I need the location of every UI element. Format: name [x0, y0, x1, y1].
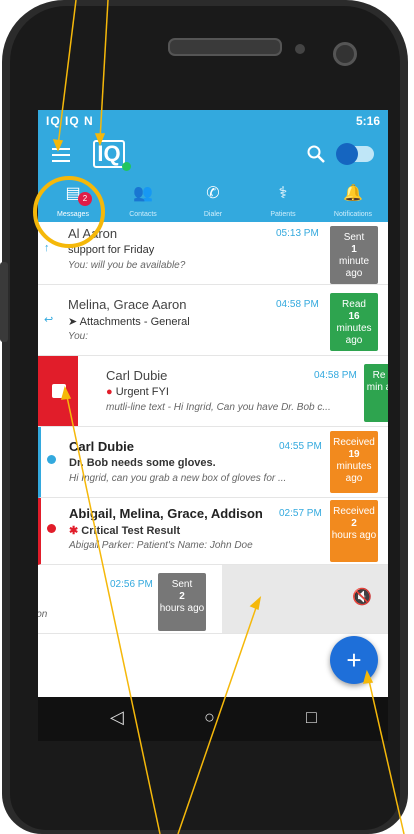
- message-time: 05:13 PM: [276, 228, 319, 239]
- tab-label: Contacts: [129, 211, 157, 218]
- speaker-grille: [168, 38, 282, 56]
- status-bar: IQ IQ N 5:16: [38, 110, 388, 132]
- tab-patients[interactable]: ⚕ Patients: [248, 178, 318, 222]
- contacts-icon: 👥: [133, 185, 153, 202]
- sent-arrow-icon: ↑: [44, 242, 50, 254]
- status-icons: IQ IQ N: [46, 114, 94, 128]
- highlight-circle: [33, 176, 105, 248]
- status-badge: Received 19 minutes ago: [330, 431, 378, 493]
- message-time: 02:57 PM: [279, 508, 322, 519]
- back-icon[interactable]: ◁: [110, 707, 124, 728]
- message-preview: Abigail Parker: Patient's Name: John Doe: [69, 540, 253, 551]
- message-time: 04:55 PM: [279, 441, 322, 452]
- menu-icon[interactable]: [52, 148, 70, 162]
- message-preview: Hi Ingrid, can you grab a new box of glo…: [69, 473, 287, 484]
- compose-button[interactable]: +: [330, 636, 378, 684]
- side-button: [0, 262, 8, 342]
- status-badge: Received 2 hours ago: [330, 500, 378, 562]
- status-badge: Read 16 minutes ago: [330, 293, 378, 351]
- tab-contacts[interactable]: 👥 Contacts: [108, 178, 178, 222]
- message-subject: Dr. Bob needs some gloves.: [69, 457, 216, 469]
- message-time: 04:58 PM: [314, 370, 357, 381]
- sender-name: Carl Dubie: [106, 368, 168, 383]
- status-badge: Sent 1 minute ago: [330, 226, 378, 284]
- message-preview: You:: [68, 331, 89, 342]
- camera-icon: [333, 42, 357, 66]
- tab-label: Notifications: [333, 211, 373, 218]
- chat-icon: [336, 143, 358, 165]
- tab-label: Dialer: [203, 211, 223, 218]
- recents-icon[interactable]: □: [306, 707, 317, 728]
- home-icon[interactable]: ○: [204, 707, 215, 728]
- status-badge: Remin a: [364, 364, 388, 422]
- app-logo: IQ: [93, 140, 125, 168]
- archive-icon[interactable]: [52, 384, 66, 398]
- message-row[interactable]: Melina, Grace Aaron 04:58 PM ↩ ➤ Attachm…: [38, 285, 388, 356]
- message-row-swiped[interactable]: ion 02:56 PM Sent2hours ago 🔇: [38, 565, 388, 634]
- sender-name: Melina, Grace Aaron: [68, 297, 187, 312]
- sender-name: Carl Dubie: [69, 439, 135, 454]
- unread-dot-icon: [47, 455, 56, 464]
- status-badge: Sent 2 hours ago: [158, 573, 206, 631]
- availability-toggle[interactable]: [336, 143, 374, 165]
- bell-icon: 🔔: [343, 185, 363, 202]
- message-subject: ➤ Attachments - General: [68, 316, 190, 328]
- tab-notifications[interactable]: 🔔 Notifications: [318, 178, 388, 222]
- clock: 5:16: [355, 114, 380, 128]
- message-preview: You: will you be available?: [68, 260, 186, 271]
- message-row[interactable]: Carl Dubie 04:55 PM Dr. Bob needs some g…: [38, 427, 388, 498]
- message-time: 04:58 PM: [276, 299, 319, 310]
- phone-icon: ✆: [206, 185, 220, 202]
- swiped-content: Carl Dubie 04:58 PM ● Urgent FYI mutli-l…: [78, 356, 388, 426]
- message-subject: ✱ Critical Test Result: [69, 525, 181, 537]
- app-bar: IQ: [38, 132, 388, 178]
- message-row-swiped[interactable]: Carl Dubie 04:58 PM ● Urgent FYI mutli-l…: [38, 356, 388, 427]
- message-subject: ● Urgent FYI: [106, 386, 169, 398]
- tab-label: Patients: [270, 211, 296, 218]
- online-status-icon: [122, 162, 131, 171]
- urgent-dot-icon: [47, 524, 56, 533]
- sensor-icon: [295, 44, 305, 54]
- android-nav-bar: ◁ ○ □: [38, 697, 388, 741]
- search-icon[interactable]: [306, 144, 326, 164]
- message-preview: mutli-line text - Hi Ingrid, Can you hav…: [106, 402, 331, 413]
- mute-icon: 🔇: [352, 589, 372, 606]
- tab-dialer[interactable]: ✆ Dialer: [178, 178, 248, 222]
- mute-action[interactable]: 🔇: [222, 565, 388, 633]
- message-time: 02:56 PM: [110, 579, 153, 590]
- message-preview: ion: [38, 609, 48, 620]
- message-row[interactable]: Abigail, Melina, Grace, Addison 02:57 PM…: [38, 498, 388, 565]
- reply-icon: ↩: [44, 314, 54, 326]
- sender-name: Abigail, Melina, Grace, Addison: [69, 506, 263, 521]
- stethoscope-icon: ⚕: [278, 185, 288, 202]
